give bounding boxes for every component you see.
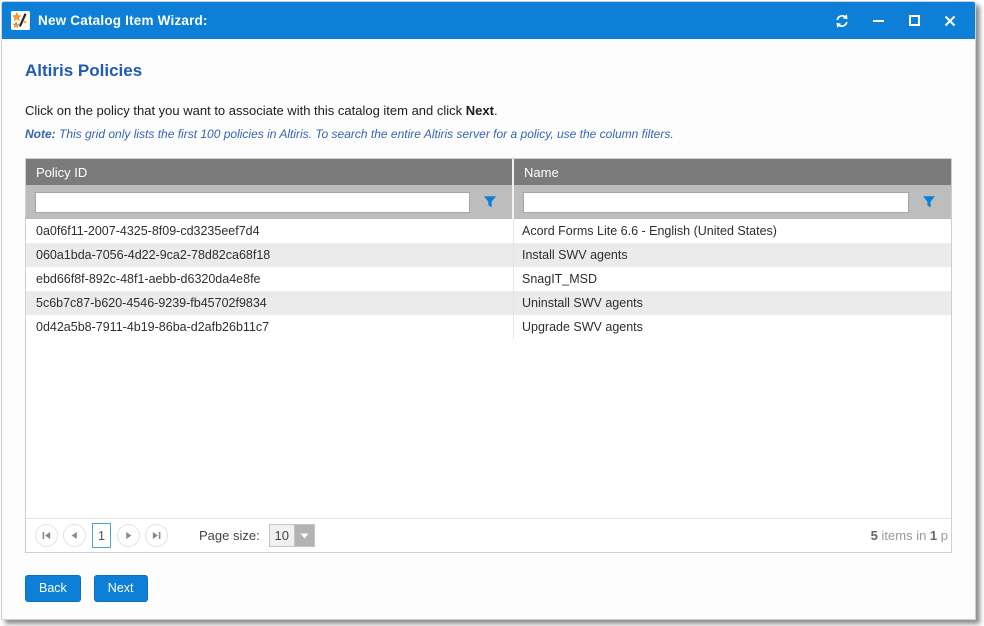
chevron-down-icon[interactable] — [295, 525, 314, 546]
column-header-name[interactable]: Name — [514, 159, 951, 185]
maximize-icon[interactable] — [903, 10, 925, 32]
note-label: Note: — [25, 127, 56, 141]
grid-pager: 1 Page size: 10 5 items in 1 p — [26, 518, 951, 552]
grid-filter-row — [26, 185, 951, 219]
cell-policy-id: ebd66f8f-892c-48f1-aebb-d6320da4e8fe — [26, 267, 514, 291]
window-title: New Catalog Item Wizard: — [38, 13, 208, 28]
column-header-policy-id[interactable]: Policy ID — [26, 159, 514, 185]
cell-name: Uninstall SWV agents — [514, 296, 951, 310]
name-filter-funnel-icon[interactable] — [917, 191, 941, 213]
items-count-text: 5 items in 1 p — [871, 528, 948, 543]
note-text: Note: This grid only lists the first 100… — [25, 127, 952, 141]
cell-name: Acord Forms Lite 6.6 - English (United S… — [514, 224, 951, 238]
table-row[interactable]: ebd66f8f-892c-48f1-aebb-d6320da4e8fe Sna… — [26, 267, 951, 291]
next-button[interactable]: Next — [94, 575, 148, 602]
name-filter-input[interactable] — [523, 192, 909, 213]
next-page-icon[interactable] — [117, 524, 140, 547]
cell-name: SnagIT_MSD — [514, 272, 951, 286]
titlebar: New Catalog Item Wizard: — [2, 2, 975, 39]
grid-empty-area — [26, 339, 951, 518]
filter-cell-policy-id — [26, 185, 514, 219]
wizard-footer: Back Next — [25, 575, 952, 602]
cell-policy-id: 060a1bda-7056-4d22-9ca2-78d82ca68f18 — [26, 243, 514, 267]
wizard-window: New Catalog Item Wizard: Altiri — [1, 1, 976, 620]
cell-policy-id: 0d42a5b8-7911-4b19-86ba-d2afb26b11c7 — [26, 315, 514, 339]
table-row[interactable]: 0d42a5b8-7911-4b19-86ba-d2afb26b11c7 Upg… — [26, 315, 951, 339]
page-title: Altiris Policies — [25, 61, 952, 81]
grid-header-row: Policy ID Name — [26, 159, 951, 185]
last-page-icon[interactable] — [145, 524, 168, 547]
cell-name: Upgrade SWV agents — [514, 320, 951, 334]
content-area: Altiris Policies Click on the policy tha… — [2, 39, 975, 619]
refresh-icon[interactable] — [831, 10, 853, 32]
minimize-icon[interactable] — [867, 10, 889, 32]
wizard-app-icon — [11, 11, 30, 30]
first-page-icon[interactable] — [35, 524, 58, 547]
instruction-next-keyword: Next — [466, 103, 494, 118]
page-size-value: 10 — [270, 525, 295, 546]
current-page-button[interactable]: 1 — [92, 523, 111, 548]
instruction-text: Click on the policy that you want to ass… — [25, 103, 952, 118]
policy-id-filter-funnel-icon[interactable] — [478, 191, 502, 213]
cell-policy-id: 5c6b7c87-b620-4546-9239-fb45702f9834 — [26, 291, 514, 315]
previous-page-icon[interactable] — [63, 524, 86, 547]
filter-cell-name — [514, 185, 951, 219]
close-icon[interactable] — [939, 10, 961, 32]
page-size-dropdown[interactable]: 10 — [269, 524, 315, 547]
back-button[interactable]: Back — [25, 575, 81, 602]
policies-grid: Policy ID Name — [25, 158, 952, 553]
cell-policy-id: 0a0f6f11-2007-4325-8f09-cd3235eef7d4 — [26, 219, 514, 243]
table-row[interactable]: 5c6b7c87-b620-4546-9239-fb45702f9834 Uni… — [26, 291, 951, 315]
cell-name: Install SWV agents — [514, 248, 951, 262]
page-size-label: Page size: — [199, 528, 260, 543]
table-row[interactable]: 060a1bda-7056-4d22-9ca2-78d82ca68f18 Ins… — [26, 243, 951, 267]
table-row[interactable]: 0a0f6f11-2007-4325-8f09-cd3235eef7d4 Aco… — [26, 219, 951, 243]
grid-body: 0a0f6f11-2007-4325-8f09-cd3235eef7d4 Aco… — [26, 219, 951, 339]
policy-id-filter-input[interactable] — [35, 192, 470, 213]
